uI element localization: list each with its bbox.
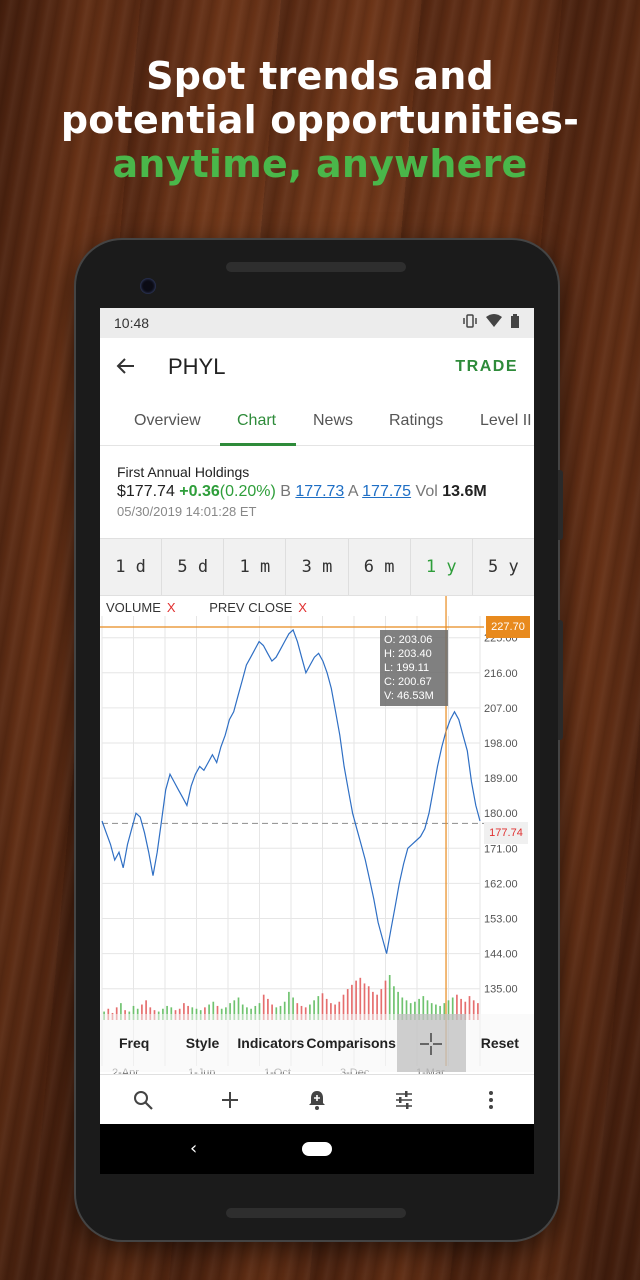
earpiece-speaker <box>226 262 406 272</box>
headline-line-3: anytime, anywhere <box>112 142 528 186</box>
price-change-percent: (0.20%) <box>219 483 276 500</box>
chart-toolbar: Freq Style Indicators Comparisons Reset <box>100 1014 534 1072</box>
y-tick-label: 216.00 <box>484 668 518 680</box>
company-name: First Annual Holdings <box>117 464 250 480</box>
style-button[interactable]: Style <box>168 1014 236 1072</box>
add-button[interactable] <box>218 1088 242 1112</box>
range-5d[interactable]: 5 d <box>162 539 225 595</box>
bottom-toolbar <box>100 1074 534 1124</box>
trade-button[interactable]: TRADE <box>455 358 518 376</box>
tooltip-open: O: 203.06 <box>384 634 433 646</box>
y-tick-label: 207.00 <box>484 703 518 715</box>
phone-frame: 10:48 PHYL TRADE Overview Chart News Rat… <box>76 240 563 1240</box>
settings-button[interactable] <box>392 1088 416 1112</box>
bid-label: B <box>280 483 291 500</box>
crosshair-price-tag: 227.70 <box>486 616 530 638</box>
bottom-speaker <box>226 1208 406 1218</box>
tab-level-ii[interactable]: Level II <box>480 412 532 430</box>
volume-value: 13.6M <box>442 483 487 500</box>
y-tick-label: 180.00 <box>484 808 518 820</box>
status-time: 10:48 <box>114 315 150 331</box>
system-nav-bar: ‹ <box>100 1124 534 1174</box>
range-3m[interactable]: 3 m <box>286 539 349 595</box>
search-button[interactable] <box>131 1088 155 1112</box>
sliders-icon <box>395 1090 412 1109</box>
alert-button[interactable] <box>305 1088 329 1112</box>
range-1d[interactable]: 1 d <box>100 539 163 595</box>
quote-timestamp: 05/30/2019 14:01:28 ET <box>117 504 257 519</box>
ohlc-tooltip: O: 203.06 H: 203.40 L: 199.11 C: 200.67 … <box>380 630 448 706</box>
promo-headline: Spot trends and potential opportunities-… <box>0 54 640 186</box>
legend-prev-close: PREV CLOSE <box>209 600 293 615</box>
active-tab-indicator <box>220 443 296 446</box>
ask-label: A <box>347 483 358 500</box>
front-camera <box>140 278 156 294</box>
power-button <box>558 470 563 540</box>
app-bar: PHYL TRADE <box>100 338 534 398</box>
indicators-button[interactable]: Indicators <box>237 1014 305 1072</box>
y-tick-label: 162.00 <box>484 878 518 890</box>
tab-chart[interactable]: Chart <box>237 412 276 430</box>
ask-price[interactable]: 177.75 <box>362 483 411 500</box>
last-price-tag: 177.74 <box>484 822 528 844</box>
ticker-symbol: PHYL <box>168 354 226 379</box>
y-tick-label: 171.00 <box>484 843 518 855</box>
crosshair-icon <box>420 1033 443 1056</box>
range-5y[interactable]: 5 y <box>473 539 534 595</box>
tab-overview[interactable]: Overview <box>134 412 201 430</box>
more-button[interactable] <box>479 1088 503 1112</box>
range-6m[interactable]: 6 m <box>349 539 411 595</box>
app-screen: 10:48 PHYL TRADE Overview Chart News Rat… <box>100 308 534 1124</box>
tab-news[interactable]: News <box>313 412 353 430</box>
comparisons-button[interactable]: Comparisons <box>305 1014 397 1072</box>
quote-line: $177.74 +0.36(0.20%) B 177.73 A 177.75 V… <box>117 483 487 501</box>
bid-price[interactable]: 177.73 <box>295 483 344 500</box>
tooltip-low: L: 199.11 <box>384 662 430 674</box>
freq-button[interactable]: Freq <box>100 1014 168 1072</box>
price-chart[interactable]: 135.00 144.00 153.00 162.00 171.00 180.00 189.… <box>100 596 534 1076</box>
y-tick-label: 189.00 <box>484 773 518 785</box>
y-tick-label: 198.00 <box>484 738 518 750</box>
tab-bar: Overview Chart News Ratings Level II <box>100 398 534 446</box>
vibrate-icon <box>463 314 477 328</box>
volume-button <box>558 620 563 740</box>
range-1y[interactable]: 1 y <box>411 539 473 595</box>
price-change: +0.36 <box>179 483 220 500</box>
battery-icon <box>511 314 519 328</box>
range-1m[interactable]: 1 m <box>224 539 287 595</box>
volume-label: Vol <box>415 483 438 500</box>
status-bar: 10:48 <box>100 308 534 338</box>
chart-canvas[interactable]: 135.00 144.00 153.00 162.00 171.00 180.00 189.… <box>100 596 534 1076</box>
legend-volume: VOLUME <box>106 600 161 615</box>
range-selector: 1 d 5 d 1 m 3 m 6 m 1 y 5 y <box>100 538 534 596</box>
tooltip-volume: V: 46.53M <box>384 690 434 702</box>
reset-button[interactable]: Reset <box>466 1014 534 1072</box>
y-tick-label: 135.00 <box>484 984 518 996</box>
quote-summary: First Annual Holdings $177.74 +0.36(0.20… <box>117 464 487 519</box>
back-arrow-icon[interactable] <box>114 354 138 378</box>
tab-ratings[interactable]: Ratings <box>389 412 443 430</box>
tooltip-high: H: 203.40 <box>384 648 432 660</box>
headline-line-1: Spot trends and <box>146 54 494 98</box>
remove-prev-close-icon[interactable]: X <box>298 600 307 615</box>
search-icon <box>134 1090 154 1110</box>
more-vert-icon <box>488 1090 493 1109</box>
y-tick-label: 144.00 <box>484 949 518 961</box>
crosshair-button[interactable] <box>397 1014 466 1072</box>
status-icons <box>462 314 520 328</box>
wifi-icon <box>486 314 502 327</box>
plus-icon <box>222 1091 239 1108</box>
nav-home-icon[interactable] <box>302 1142 332 1156</box>
nav-back-icon[interactable]: ‹ <box>190 1138 197 1159</box>
last-price: $177.74 <box>117 483 175 500</box>
headline-line-2: potential opportunities- <box>60 98 580 142</box>
remove-volume-icon[interactable]: X <box>167 600 176 615</box>
chart-legend: VOLUME X PREV CLOSE X <box>106 600 307 615</box>
tooltip-close: C: 200.67 <box>384 676 432 688</box>
y-tick-label: 153.00 <box>484 914 518 926</box>
bell-plus-icon <box>308 1090 325 1110</box>
